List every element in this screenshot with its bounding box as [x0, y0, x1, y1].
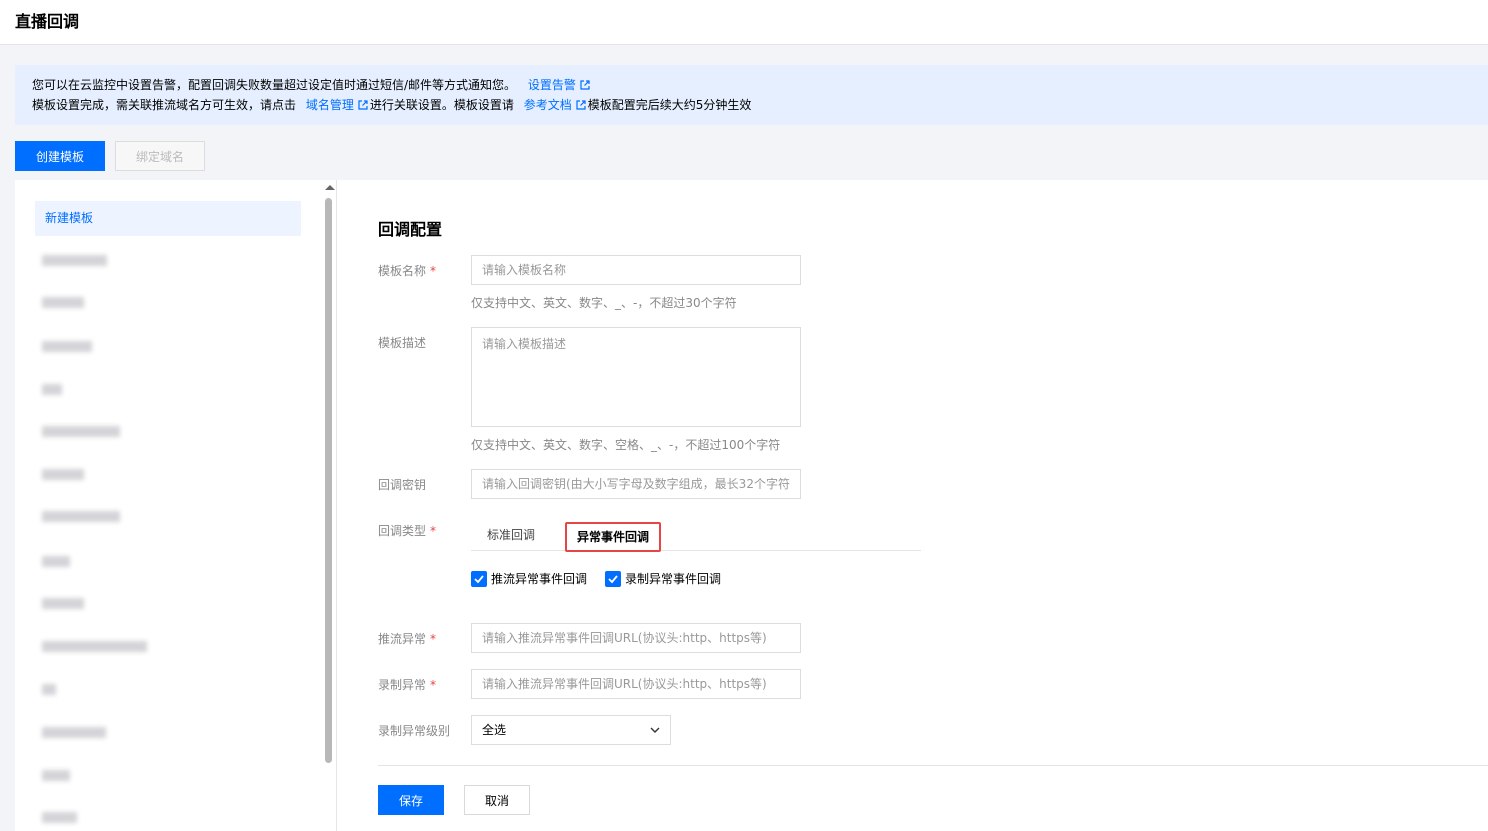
notice-text: 您可以在云监控中设置告警，配置回调失败数量超过设定值时通过短信/邮件等方式通知您…: [32, 78, 517, 92]
tab-exception-callback[interactable]: 异常事件回调: [565, 522, 662, 552]
page-title: 直播回调: [15, 12, 80, 31]
template-list-item[interactable]: [42, 297, 84, 308]
template-list-item[interactable]: [42, 812, 77, 823]
record-level-label: 录制异常级别: [378, 724, 451, 738]
template-list-item[interactable]: [42, 770, 70, 781]
template-desc-input[interactable]: [471, 327, 801, 427]
record-exception-url-input[interactable]: [471, 669, 801, 699]
scroll-thumb[interactable]: [325, 198, 332, 763]
push-exception-checkbox[interactable]: 推流异常事件回调: [471, 570, 587, 588]
notice-line-1: 您可以在云监控中设置告警，配置回调失败数量超过设定值时通过短信/邮件等方式通知您…: [32, 75, 1471, 95]
template-list-item[interactable]: [42, 426, 120, 437]
set-alarm-link[interactable]: 设置告警: [528, 78, 576, 92]
checkbox-checked-icon[interactable]: [605, 571, 621, 587]
notice-text: 模板设置完成，需关联推流域名方可生效，请点击: [32, 98, 297, 112]
record-level-select[interactable]: 全选: [471, 715, 671, 745]
callback-type-label: 回调类型 *: [378, 524, 437, 538]
record-exception-label: 录制异常 *: [378, 678, 437, 692]
notice-text: 模板配置完后续大约5分钟生效: [587, 98, 752, 112]
template-desc-label: 模板描述: [378, 336, 427, 350]
template-list-item[interactable]: [42, 341, 92, 352]
callback-key-input[interactable]: [471, 469, 801, 499]
callback-key-label: 回调密钥: [378, 478, 427, 492]
template-list-scrollbar[interactable]: [323, 180, 336, 831]
create-template-button[interactable]: 创建模板: [15, 141, 105, 171]
template-list-item[interactable]: [42, 556, 70, 567]
template-list-item-new[interactable]: 新建模板: [35, 201, 301, 236]
external-link-icon[interactable]: [580, 80, 590, 90]
record-exception-checkbox[interactable]: 录制异常事件回调: [605, 570, 721, 588]
template-list-item[interactable]: [42, 384, 62, 395]
notice-text: 进行关联设置。模板设置请: [369, 98, 514, 112]
template-list-item[interactable]: [42, 598, 84, 609]
notice-line-2: 模板设置完成，需关联推流域名方可生效，请点击 域名管理 进行关联设置。模板设置请 …: [32, 95, 1471, 115]
chevron-down-icon[interactable]: [650, 726, 660, 734]
template-list-item[interactable]: [42, 727, 106, 738]
template-name-hint: 仅支持中文、英文、数字、_、-，不超过30个字符: [471, 296, 737, 310]
callback-config-form: 回调配置 模板名称* 仅支持中文、英文、数字、_、-，不超过30个字符 模板描述…: [337, 180, 1488, 831]
form-divider: [378, 765, 1488, 766]
template-list-item[interactable]: [42, 684, 56, 695]
template-list-item[interactable]: [42, 641, 147, 652]
callback-type-tabs: 标准回调 异常事件回调: [471, 520, 921, 552]
form-title: 回调配置: [378, 220, 443, 239]
template-name-label: 模板名称 *: [378, 264, 437, 278]
external-link-icon[interactable]: [576, 100, 586, 110]
template-list-item[interactable]: [42, 511, 120, 522]
record-level-value: 全选: [482, 723, 507, 737]
template-list-item[interactable]: [42, 255, 107, 266]
external-link-icon[interactable]: [358, 100, 368, 110]
main-panel: 新建模板 回调配置 模板名称* 仅支持中文、英文、数字、_、-，不超过30个字符…: [15, 180, 1488, 831]
template-desc-hint: 仅支持中文、英文、数字、空格、_、-，不超过100个字符: [471, 438, 781, 452]
tab-standard-callback[interactable]: 标准回调: [487, 520, 535, 550]
push-exception-label: 推流异常 *: [378, 632, 437, 646]
page-header: 直播回调: [0, 0, 1488, 45]
domain-manage-link[interactable]: 域名管理: [306, 98, 354, 112]
template-list-item[interactable]: [42, 469, 84, 480]
template-list: 新建模板: [15, 180, 337, 831]
notice-banner: 您可以在云监控中设置告警，配置回调失败数量超过设定值时通过短信/邮件等方式通知您…: [15, 65, 1488, 125]
reference-doc-link[interactable]: 参考文档: [524, 98, 572, 112]
save-button[interactable]: 保存: [378, 785, 444, 815]
checkbox-checked-icon[interactable]: [471, 571, 487, 587]
template-name-input[interactable]: [471, 255, 801, 285]
bind-domain-button: 绑定域名: [115, 141, 205, 171]
cancel-button[interactable]: 取消: [464, 785, 530, 815]
scroll-up-icon[interactable]: [325, 185, 335, 190]
push-exception-url-input[interactable]: [471, 623, 801, 653]
